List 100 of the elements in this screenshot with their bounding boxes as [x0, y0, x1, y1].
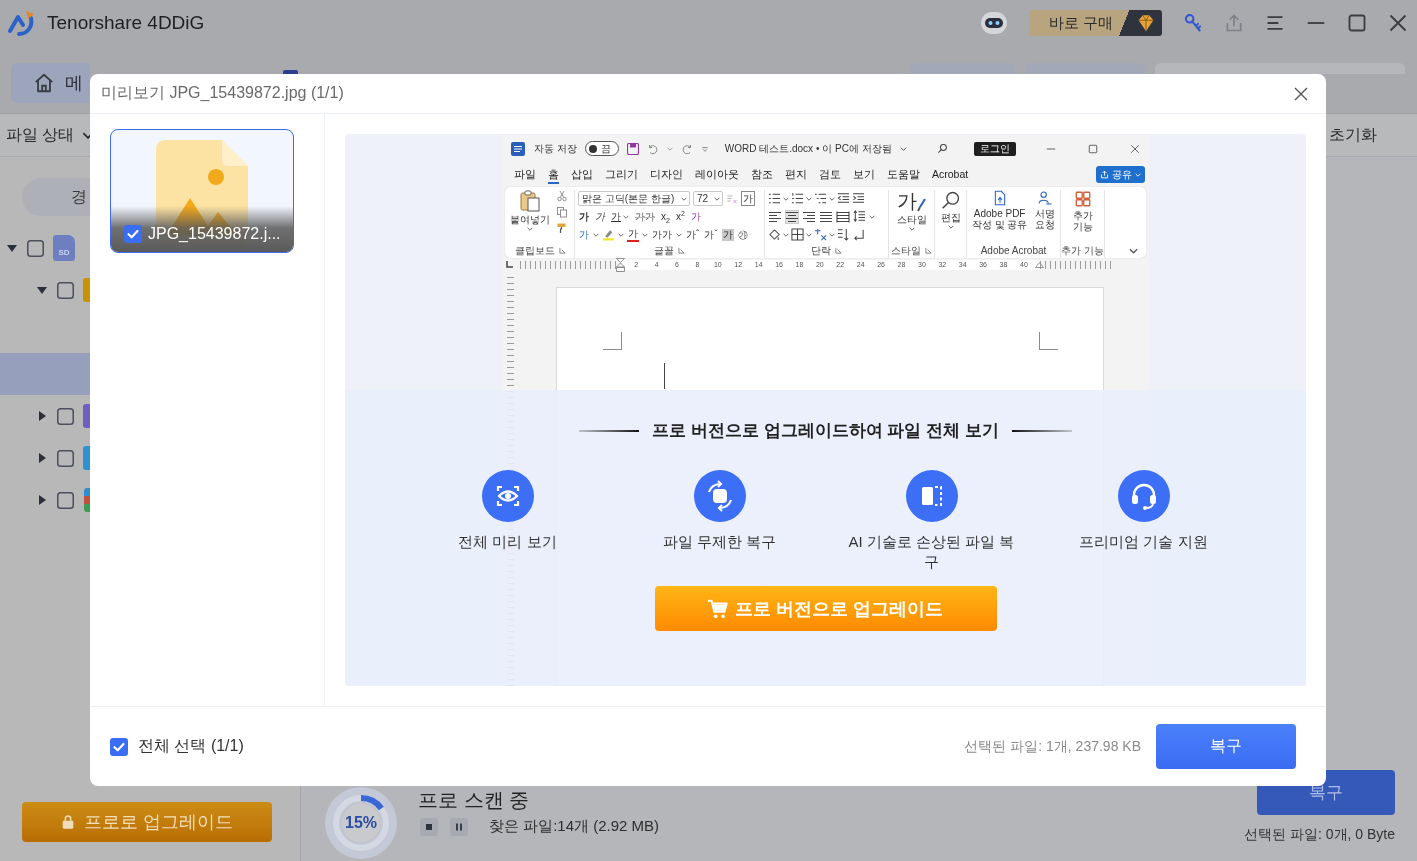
- indent-marker-icon[interactable]: [1035, 262, 1044, 268]
- menu-tab[interactable]: 레이아웃: [695, 165, 739, 184]
- search-icon[interactable]: [937, 143, 948, 154]
- redo-icon[interactable]: [680, 142, 693, 155]
- font-name-field[interactable]: 맑은 고딕(본문 한글): [578, 191, 690, 206]
- caret-right-icon[interactable]: [38, 495, 46, 505]
- caret-right-icon[interactable]: [38, 453, 46, 463]
- maximize-icon[interactable]: [1088, 143, 1098, 154]
- format-button[interactable]: 가: [594, 210, 606, 223]
- menu-tab[interactable]: 검토: [819, 165, 841, 184]
- caret-down-icon[interactable]: [37, 286, 47, 294]
- pause-icon[interactable]: [450, 817, 468, 836]
- format-button[interactable]: ㉮: [736, 228, 749, 241]
- shading-icon[interactable]: [768, 228, 781, 241]
- numbered-list-icon[interactable]: [791, 192, 804, 205]
- pilcrow-icon[interactable]: [852, 228, 865, 241]
- signature-button[interactable]: 서명 요청: [1033, 190, 1057, 243]
- format-button[interactable]: 가: [578, 210, 590, 223]
- menu-tab[interactable]: 파일: [514, 165, 536, 184]
- format-button[interactable]: x$_{2}$: [660, 210, 671, 223]
- thumbnail-card[interactable]: JPG_15439872.j...: [110, 129, 294, 253]
- menu-tab[interactable]: 편지: [785, 165, 807, 184]
- increase-indent-icon[interactable]: [852, 192, 865, 205]
- format-button[interactable]: 가가: [651, 228, 673, 241]
- checkbox[interactable]: [57, 449, 74, 467]
- save-icon[interactable]: [626, 142, 639, 155]
- copy-icon[interactable]: [556, 206, 568, 218]
- borders-icon[interactable]: [791, 228, 804, 241]
- home-tab[interactable]: 메: [11, 63, 90, 103]
- dialog-launcher-icon[interactable]: [678, 247, 685, 254]
- checkbox[interactable]: [57, 491, 74, 509]
- align-center-icon[interactable]: [785, 209, 799, 224]
- search-icon[interactable]: [940, 190, 961, 210]
- menu-tab[interactable]: 참조: [751, 165, 773, 184]
- tab-stop-icon[interactable]: [505, 261, 513, 269]
- stop-icon[interactable]: [420, 817, 438, 836]
- sort-icon[interactable]: [837, 228, 850, 241]
- line-spacing-icon[interactable]: [853, 210, 866, 223]
- styles-button[interactable]: 가 스타일: [896, 190, 927, 243]
- close-icon[interactable]: [1388, 13, 1408, 33]
- maximize-icon[interactable]: [1347, 13, 1367, 33]
- bullet-list-icon[interactable]: [768, 192, 781, 205]
- format-button[interactable]: 가: [721, 228, 734, 241]
- robot-icon[interactable]: [980, 11, 1008, 35]
- dialog-launcher-icon[interactable]: [835, 247, 842, 254]
- highlighter-icon[interactable]: [602, 228, 615, 241]
- menu-tab[interactable]: 그리기: [605, 165, 638, 184]
- add-ins-button[interactable]: 추가 기능: [1070, 190, 1095, 243]
- format-button[interactable]: 가: [627, 227, 639, 242]
- close-icon[interactable]: [1293, 85, 1309, 102]
- menu-tab[interactable]: Acrobat: [932, 165, 969, 184]
- format-button[interactable]: 가: [578, 228, 590, 241]
- menu-tab[interactable]: 홈: [548, 165, 559, 184]
- dialog-launcher-icon[interactable]: [559, 247, 566, 254]
- align-justify-icon[interactable]: [819, 209, 833, 224]
- asian-layout-icon[interactable]: [814, 228, 827, 241]
- menu-tab[interactable]: 보기: [853, 165, 875, 184]
- path-tab[interactable]: 경: [22, 178, 90, 216]
- autosave-toggle[interactable]: 끔: [584, 141, 619, 156]
- customize-icon[interactable]: [700, 144, 709, 153]
- format-button[interactable]: 가ˆ: [685, 228, 701, 241]
- font-size-field[interactable]: 72: [693, 191, 723, 206]
- buy-button[interactable]: 바로 구매: [1029, 10, 1162, 36]
- collapse-icon[interactable]: [1129, 248, 1138, 254]
- share-button[interactable]: 공유: [1096, 166, 1145, 183]
- format-button[interactable]: x$^{2}$: [674, 210, 686, 223]
- search-field[interactable]: [1155, 63, 1405, 74]
- align-left-icon[interactable]: [768, 209, 782, 224]
- key-icon[interactable]: [1183, 13, 1203, 33]
- grid-icon[interactable]: [1073, 190, 1092, 208]
- decrease-indent-icon[interactable]: [837, 192, 850, 205]
- undo-icon[interactable]: [646, 142, 659, 155]
- caret-right-icon[interactable]: [38, 411, 46, 421]
- checkbox[interactable]: [124, 225, 142, 243]
- checkbox[interactable]: [27, 239, 44, 257]
- paste-button[interactable]: 붙여넣기: [510, 190, 550, 243]
- checkbox[interactable]: [57, 281, 74, 299]
- sign-in-button[interactable]: 로그인: [974, 141, 1016, 156]
- format-button[interactable]: 가ˇ: [703, 228, 719, 241]
- format-button[interactable]: 가: [689, 210, 702, 223]
- menu-tab[interactable]: 디자인: [650, 165, 683, 184]
- scissors-icon[interactable]: [556, 190, 568, 202]
- menu-tab[interactable]: 도움말: [887, 165, 920, 184]
- multilevel-list-icon[interactable]: [814, 192, 827, 205]
- menu-icon[interactable]: [1265, 13, 1285, 33]
- recover-button[interactable]: 복구: [1156, 724, 1296, 769]
- share-icon[interactable]: [1100, 170, 1109, 179]
- reset-link[interactable]: 초기화: [1329, 124, 1377, 146]
- editing-button[interactable]: 편집: [940, 190, 961, 243]
- checkbox[interactable]: [57, 407, 74, 425]
- align-distributed-icon[interactable]: [836, 209, 850, 224]
- menu-tab[interactable]: 삽입: [571, 165, 593, 184]
- dialog-launcher-icon[interactable]: [925, 247, 932, 254]
- align-right-icon[interactable]: [802, 209, 816, 224]
- brush-icon[interactable]: [556, 222, 568, 234]
- signature-icon[interactable]: [1037, 190, 1054, 206]
- checkbox[interactable]: [110, 737, 128, 756]
- boxed-char-button[interactable]: 가: [741, 191, 755, 206]
- format-button[interactable]: 가: [610, 210, 630, 223]
- pdf-share-button[interactable]: Adobe PDF 작성 및 공유: [970, 190, 1030, 243]
